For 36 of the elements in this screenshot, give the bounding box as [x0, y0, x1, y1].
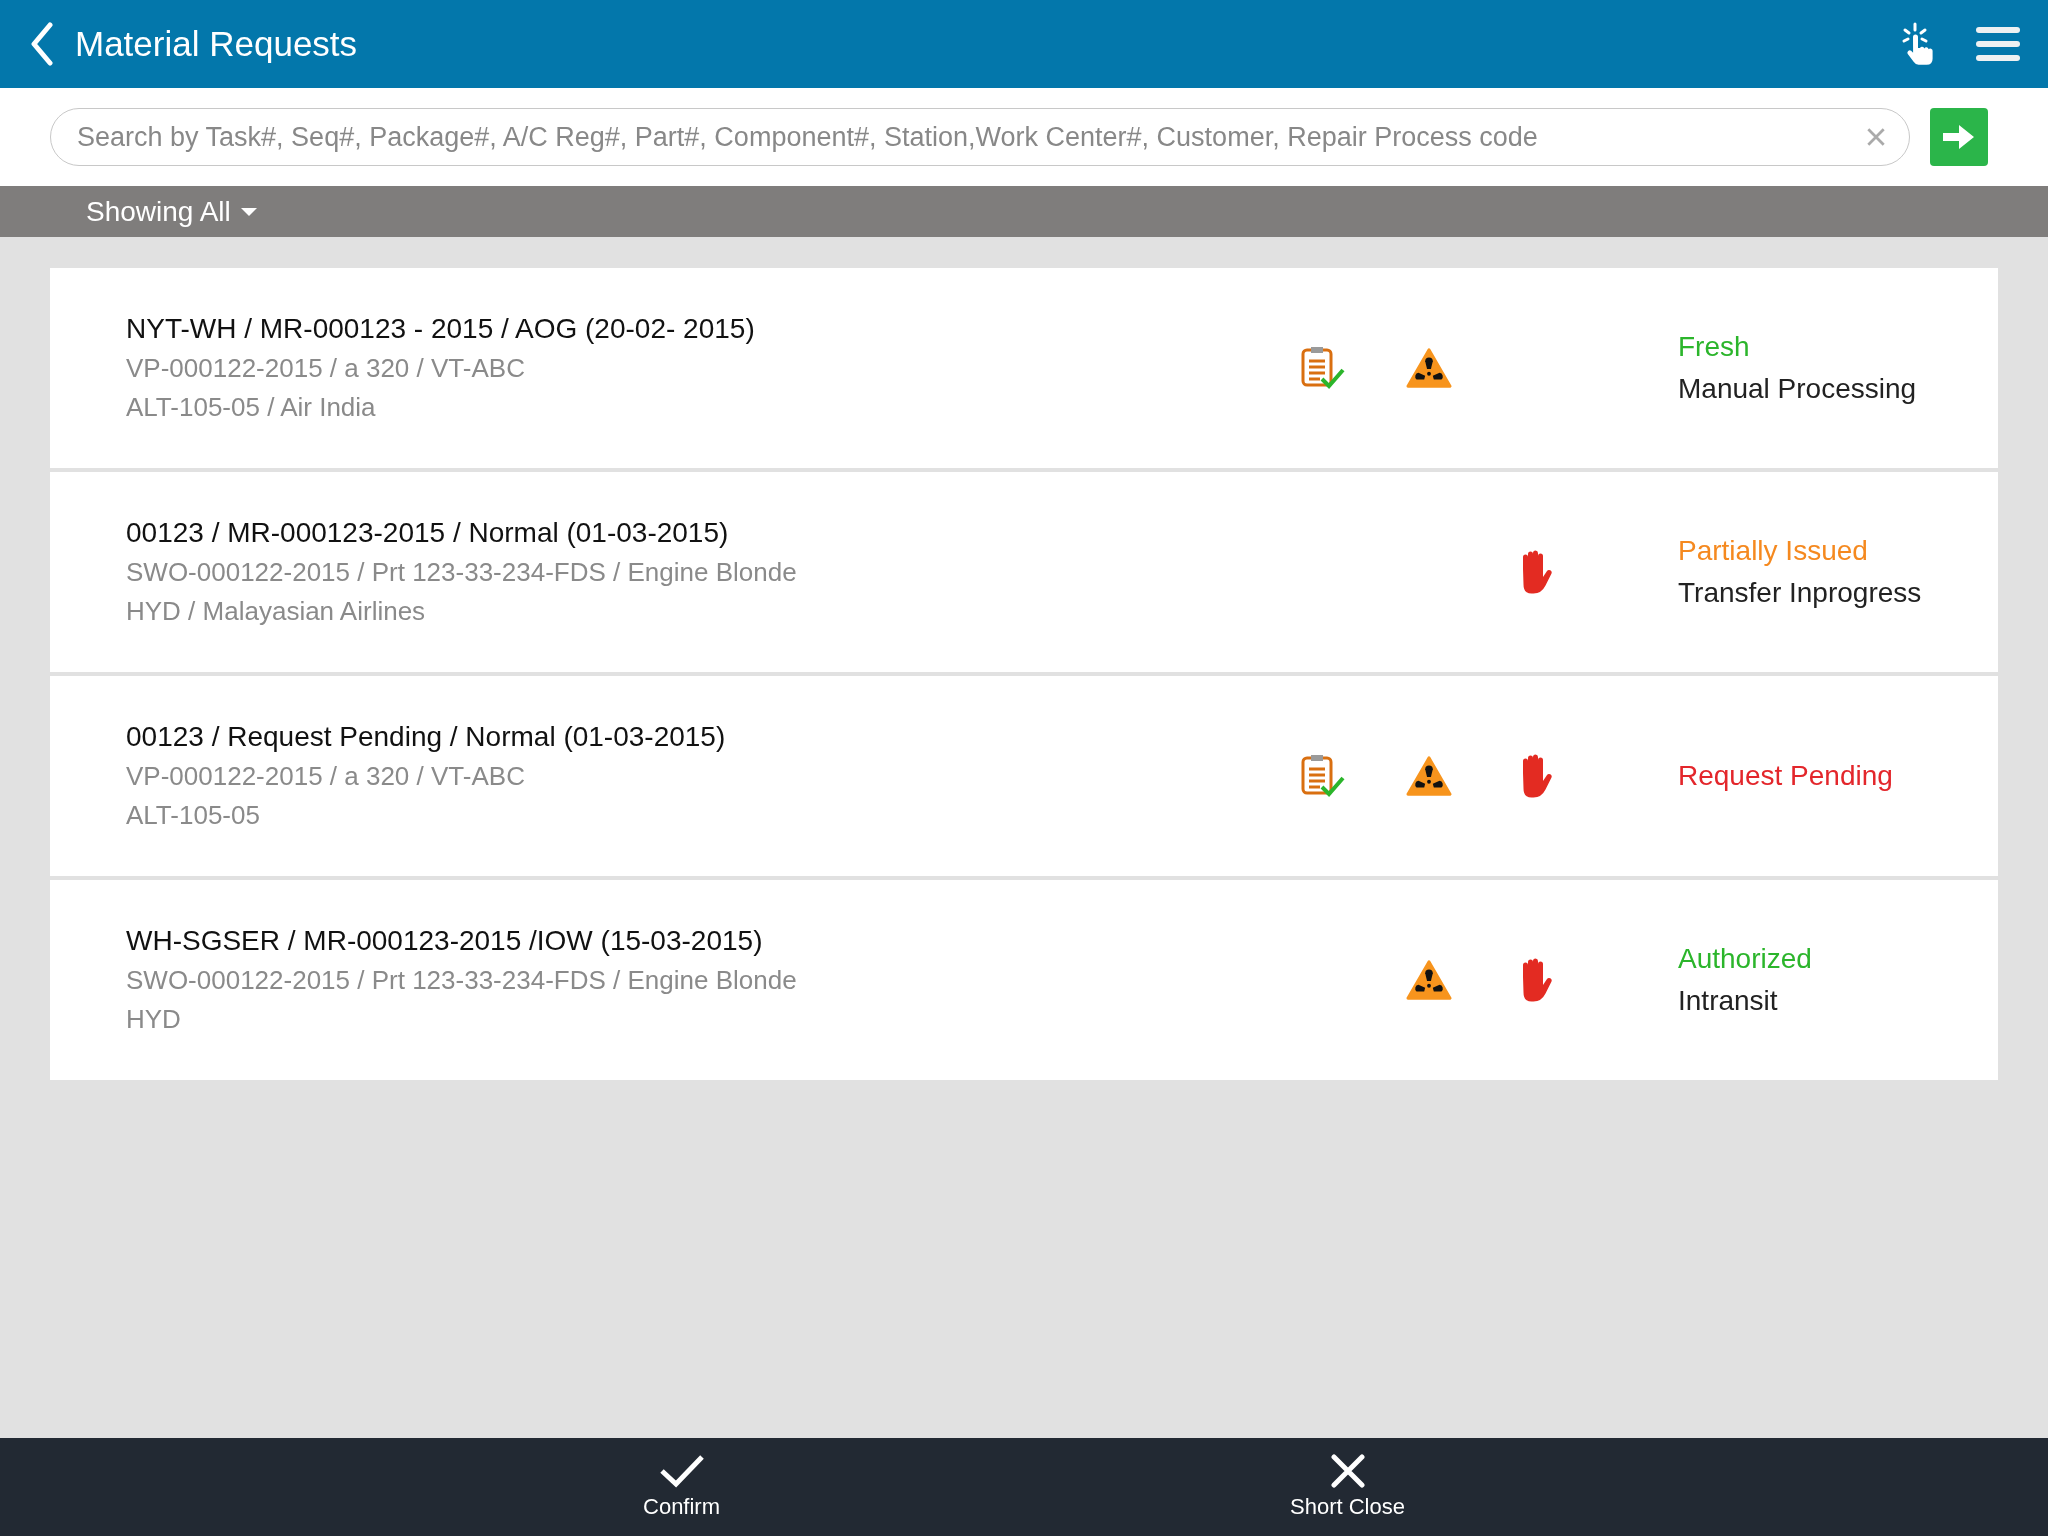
substatus-label: Manual Processing: [1678, 373, 1918, 405]
request-detail: VP-000122-2015 / a 320 / VT-ABC: [126, 353, 526, 384]
request-detail: ALT-105-05: [126, 800, 261, 831]
request-detail: HYD: [126, 1004, 182, 1035]
request-title: 00123 / Request Pending / Normal (01-03-2015): [126, 721, 727, 753]
request-title: WH-SGSER / MR-000123-2015 /IOW (15-03-2015): [126, 925, 764, 957]
status-label: Fresh: [1678, 331, 1751, 363]
request-card[interactable]: NYT-WH / MR-000123 - 2015 / AOG (20-02- 2015) VP-000122-2015 / a 320 / VT-ABC ALT-105-05 / Air India Fresh Manual Processing: [50, 268, 1998, 468]
request-detail: VP-000122-2015 / a 320 / VT-ABC: [126, 761, 526, 792]
action-button[interactable]: Confirm: [643, 1438, 721, 1536]
request-card[interactable]: 00123 / MR-000123-2015 / Normal (01-03-2015) SWO-000122-2015 / Prt 123-33-234-FDS / Engine Blonde HYD / Malayasian Airlines Partially Issued Transfer Inprogress: [50, 472, 1998, 672]
status-label: Partially Issued: [1678, 535, 1869, 567]
status-label: Authorized: [1678, 943, 1813, 975]
request-title: NYT-WH / MR-000123 - 2015 / AOG (20-02- 2015): [126, 313, 756, 345]
tap-gesture-icon[interactable]: [1900, 22, 1936, 66]
request-detail: HYD / Malayasian Airlines: [126, 596, 427, 627]
page-title: Material Requests: [75, 24, 358, 64]
request-detail: ALT-105-05 / Air India: [126, 392, 377, 423]
substatus-label: Transfer Inprogress: [1678, 577, 1923, 609]
request-card[interactable]: 00123 / Request Pending / Normal (01-03-2015) VP-000122-2015 / a 320 / VT-ABC ALT-105-05 Request Pending: [50, 676, 1998, 876]
clear-icon[interactable]: [1865, 126, 1887, 148]
request-title: 00123 / MR-000123-2015 / Normal (01-03-2015): [126, 517, 730, 549]
action-button[interactable]: Short Close: [1290, 1438, 1405, 1536]
status-label: Request Pending: [1678, 760, 1894, 792]
substatus-label: Intransit: [1678, 985, 1779, 1017]
back-icon[interactable]: [30, 22, 54, 66]
checkmark-icon: [658, 1454, 705, 1488]
request-card[interactable]: WH-SGSER / MR-000123-2015 /IOW (15-03-2015) SWO-000122-2015 / Prt 123-33-234-FDS / Engine Blonde HYD Authorized Intransit: [50, 880, 1998, 1080]
request-detail: SWO-000122-2015 / Prt 123-33-234-FDS / Engine Blonde: [126, 557, 798, 588]
request-detail: SWO-000122-2015 / Prt 123-33-234-FDS / Engine Blonde: [126, 965, 798, 996]
search-go-button[interactable]: [1930, 108, 1988, 166]
close-icon: [1330, 1454, 1365, 1488]
filter-dropdown[interactable]: Showing All: [86, 195, 257, 228]
menu-icon[interactable]: [1976, 26, 2020, 62]
caret-down-icon: [240, 207, 257, 216]
arrow-right-icon: [1943, 124, 1975, 150]
